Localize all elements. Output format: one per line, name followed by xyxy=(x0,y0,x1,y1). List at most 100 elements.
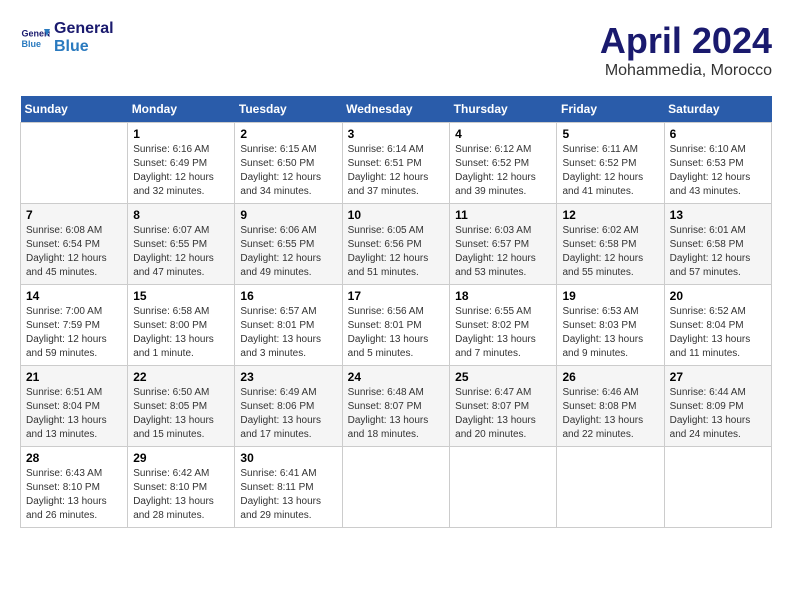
weekday-header: Sunday xyxy=(21,96,128,123)
day-info: Sunrise: 6:56 AMSunset: 8:01 PMDaylight:… xyxy=(348,305,445,361)
calendar-cell: 13Sunrise: 6:01 AMSunset: 6:58 PMDayligh… xyxy=(664,204,771,285)
svg-text:Blue: Blue xyxy=(22,39,42,49)
weekday-header: Saturday xyxy=(664,96,771,123)
calendar-cell xyxy=(557,447,664,528)
page-header: General Blue General Blue April 2024 Moh… xyxy=(20,20,772,80)
day-number: 6 xyxy=(670,127,766,141)
day-info: Sunrise: 6:44 AMSunset: 8:09 PMDaylight:… xyxy=(670,386,766,442)
day-info: Sunrise: 6:46 AMSunset: 8:08 PMDaylight:… xyxy=(562,386,658,442)
calendar-cell: 19 Sunrise: 6:53 AMSunset: 8:03 PMDayligh… xyxy=(557,285,664,366)
day-number: 2 xyxy=(240,127,336,141)
day-number: 18 xyxy=(455,289,551,303)
calendar-table: SundayMondayTuesdayWednesdayThursdayFrid… xyxy=(20,96,772,528)
calendar-cell: 10 Sunrise: 6:05 AMSunset: 6:56 PMDayligh… xyxy=(342,204,450,285)
day-number: 14 xyxy=(26,289,122,303)
weekday-header: Monday xyxy=(128,96,235,123)
calendar-cell: 15 Sunrise: 6:58 AMSunset: 8:00 PMDayligh… xyxy=(128,285,235,366)
calendar-cell: 24Sunrise: 6:48 AMSunset: 8:07 PMDayligh… xyxy=(342,366,450,447)
day-number: 29 xyxy=(133,451,229,465)
day-number: 25 xyxy=(455,370,551,384)
day-info: Sunrise: 6:16 AMSunset: 6:49 PMDaylight:… xyxy=(133,143,229,199)
day-number: 22 xyxy=(133,370,229,384)
calendar-cell: 8Sunrise: 6:07 AMSunset: 6:55 PMDaylight… xyxy=(128,204,235,285)
calendar-cell: 30 Sunrise: 6:41 AMSunset: 8:11 PMDayligh… xyxy=(235,447,342,528)
calendar-cell: 4 Sunrise: 6:12 AMSunset: 6:52 PMDaylight… xyxy=(450,123,557,204)
day-number: 20 xyxy=(670,289,766,303)
month-title: April 2024 xyxy=(600,20,772,62)
day-info: Sunrise: 6:02 AMSunset: 6:58 PMDaylight:… xyxy=(562,224,658,280)
calendar-cell: 18 Sunrise: 6:55 AMSunset: 8:02 PMDayligh… xyxy=(450,285,557,366)
weekday-header: Wednesday xyxy=(342,96,450,123)
day-info: Sunrise: 6:08 AMSunset: 6:54 PMDaylight:… xyxy=(26,224,122,280)
calendar-cell xyxy=(450,447,557,528)
day-number: 4 xyxy=(455,127,551,141)
weekday-header-row: SundayMondayTuesdayWednesdayThursdayFrid… xyxy=(21,96,772,123)
logo-line1: General xyxy=(54,20,114,38)
calendar-week-row: 1 Sunrise: 6:16 AMSunset: 6:49 PMDaylight… xyxy=(21,123,772,204)
day-info: Sunrise: 6:49 AMSunset: 8:06 PMDaylight:… xyxy=(240,386,336,442)
day-info: Sunrise: 6:52 AMSunset: 8:04 PMDaylight:… xyxy=(670,305,766,361)
day-info: Sunrise: 6:06 AMSunset: 6:55 PMDaylight:… xyxy=(240,224,336,280)
logo: General Blue General Blue xyxy=(20,20,114,55)
day-info: Sunrise: 7:00 AMSunset: 7:59 PMDaylight:… xyxy=(26,305,122,361)
calendar-cell: 2Sunrise: 6:15 AMSunset: 6:50 PMDaylight… xyxy=(235,123,342,204)
calendar-cell: 25 Sunrise: 6:47 AMSunset: 8:07 PMDayligh… xyxy=(450,366,557,447)
calendar-week-row: 28 Sunrise: 6:43 AMSunset: 8:10 PMDayligh… xyxy=(21,447,772,528)
day-info: Sunrise: 6:53 AMSunset: 8:03 PMDaylight:… xyxy=(562,305,658,361)
day-info: Sunrise: 6:43 AMSunset: 8:10 PMDaylight:… xyxy=(26,467,122,523)
day-number: 19 xyxy=(562,289,658,303)
calendar-cell: 11Sunrise: 6:03 AMSunset: 6:57 PMDayligh… xyxy=(450,204,557,285)
calendar-week-row: 7 Sunrise: 6:08 AMSunset: 6:54 PMDaylight… xyxy=(21,204,772,285)
calendar-cell: 16 Sunrise: 6:57 AMSunset: 8:01 PMDayligh… xyxy=(235,285,342,366)
calendar-cell: 29 Sunrise: 6:42 AMSunset: 8:10 PMDayligh… xyxy=(128,447,235,528)
day-number: 23 xyxy=(240,370,336,384)
calendar-header: SundayMondayTuesdayWednesdayThursdayFrid… xyxy=(21,96,772,123)
day-info: Sunrise: 6:12 AMSunset: 6:52 PMDaylight:… xyxy=(455,143,551,199)
calendar-cell: 1 Sunrise: 6:16 AMSunset: 6:49 PMDaylight… xyxy=(128,123,235,204)
day-number: 12 xyxy=(562,208,658,222)
day-number: 10 xyxy=(348,208,445,222)
logo-icon: General Blue xyxy=(20,23,50,53)
calendar-cell: 12 Sunrise: 6:02 AMSunset: 6:58 PMDayligh… xyxy=(557,204,664,285)
calendar-cell: 28 Sunrise: 6:43 AMSunset: 8:10 PMDayligh… xyxy=(21,447,128,528)
calendar-cell: 6Sunrise: 6:10 AMSunset: 6:53 PMDaylight… xyxy=(664,123,771,204)
day-info: Sunrise: 6:58 AMSunset: 8:00 PMDaylight:… xyxy=(133,305,229,361)
day-info: Sunrise: 6:05 AMSunset: 6:56 PMDaylight:… xyxy=(348,224,445,280)
calendar-cell xyxy=(342,447,450,528)
day-number: 7 xyxy=(26,208,122,222)
day-number: 1 xyxy=(133,127,229,141)
calendar-cell xyxy=(21,123,128,204)
day-info: Sunrise: 6:03 AMSunset: 6:57 PMDaylight:… xyxy=(455,224,551,280)
weekday-header: Thursday xyxy=(450,96,557,123)
day-info: Sunrise: 6:14 AMSunset: 6:51 PMDaylight:… xyxy=(348,143,445,199)
day-info: Sunrise: 6:07 AMSunset: 6:55 PMDaylight:… xyxy=(133,224,229,280)
day-info: Sunrise: 6:42 AMSunset: 8:10 PMDaylight:… xyxy=(133,467,229,523)
title-block: April 2024 Mohammedia, Morocco xyxy=(600,20,772,80)
day-number: 30 xyxy=(240,451,336,465)
day-info: Sunrise: 6:01 AMSunset: 6:58 PMDaylight:… xyxy=(670,224,766,280)
weekday-header: Friday xyxy=(557,96,664,123)
location-title: Mohammedia, Morocco xyxy=(600,62,772,80)
calendar-cell: 17 Sunrise: 6:56 AMSunset: 8:01 PMDayligh… xyxy=(342,285,450,366)
calendar-cell xyxy=(664,447,771,528)
day-number: 17 xyxy=(348,289,445,303)
calendar-cell: 23 Sunrise: 6:49 AMSunset: 8:06 PMDayligh… xyxy=(235,366,342,447)
day-info: Sunrise: 6:55 AMSunset: 8:02 PMDaylight:… xyxy=(455,305,551,361)
day-info: Sunrise: 6:48 AMSunset: 8:07 PMDaylight:… xyxy=(348,386,445,442)
calendar-body: 1 Sunrise: 6:16 AMSunset: 6:49 PMDaylight… xyxy=(21,123,772,528)
day-number: 27 xyxy=(670,370,766,384)
day-info: Sunrise: 6:47 AMSunset: 8:07 PMDaylight:… xyxy=(455,386,551,442)
calendar-cell: 20 Sunrise: 6:52 AMSunset: 8:04 PMDayligh… xyxy=(664,285,771,366)
day-number: 26 xyxy=(562,370,658,384)
day-number: 5 xyxy=(562,127,658,141)
day-info: Sunrise: 6:41 AMSunset: 8:11 PMDaylight:… xyxy=(240,467,336,523)
day-number: 9 xyxy=(240,208,336,222)
day-number: 16 xyxy=(240,289,336,303)
day-number: 28 xyxy=(26,451,122,465)
calendar-week-row: 14 Sunrise: 7:00 AMSunset: 7:59 PMDayligh… xyxy=(21,285,772,366)
calendar-cell: 27 Sunrise: 6:44 AMSunset: 8:09 PMDayligh… xyxy=(664,366,771,447)
day-info: Sunrise: 6:57 AMSunset: 8:01 PMDaylight:… xyxy=(240,305,336,361)
calendar-cell: 22Sunrise: 6:50 AMSunset: 8:05 PMDayligh… xyxy=(128,366,235,447)
weekday-header: Tuesday xyxy=(235,96,342,123)
day-number: 15 xyxy=(133,289,229,303)
